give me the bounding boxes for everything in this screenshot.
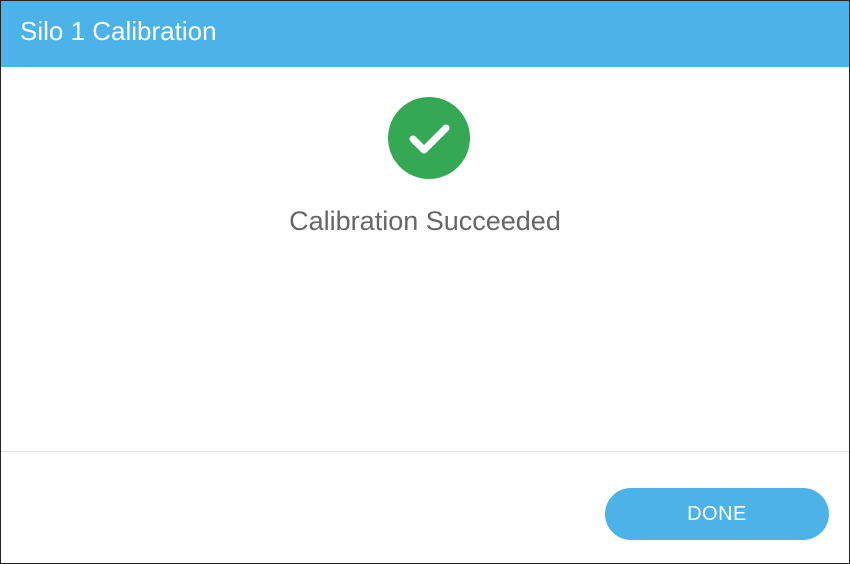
check-circle-icon: [388, 97, 470, 179]
dialog-title: Silo 1 Calibration: [20, 16, 217, 46]
calibration-dialog: Silo 1 Calibration Calibration Succeeded…: [0, 0, 850, 564]
footer-divider: [1, 451, 849, 452]
done-button[interactable]: DONE: [605, 488, 829, 540]
dialog-header: Silo 1 Calibration: [1, 1, 849, 67]
status-message: Calibration Succeeded: [289, 206, 561, 236]
